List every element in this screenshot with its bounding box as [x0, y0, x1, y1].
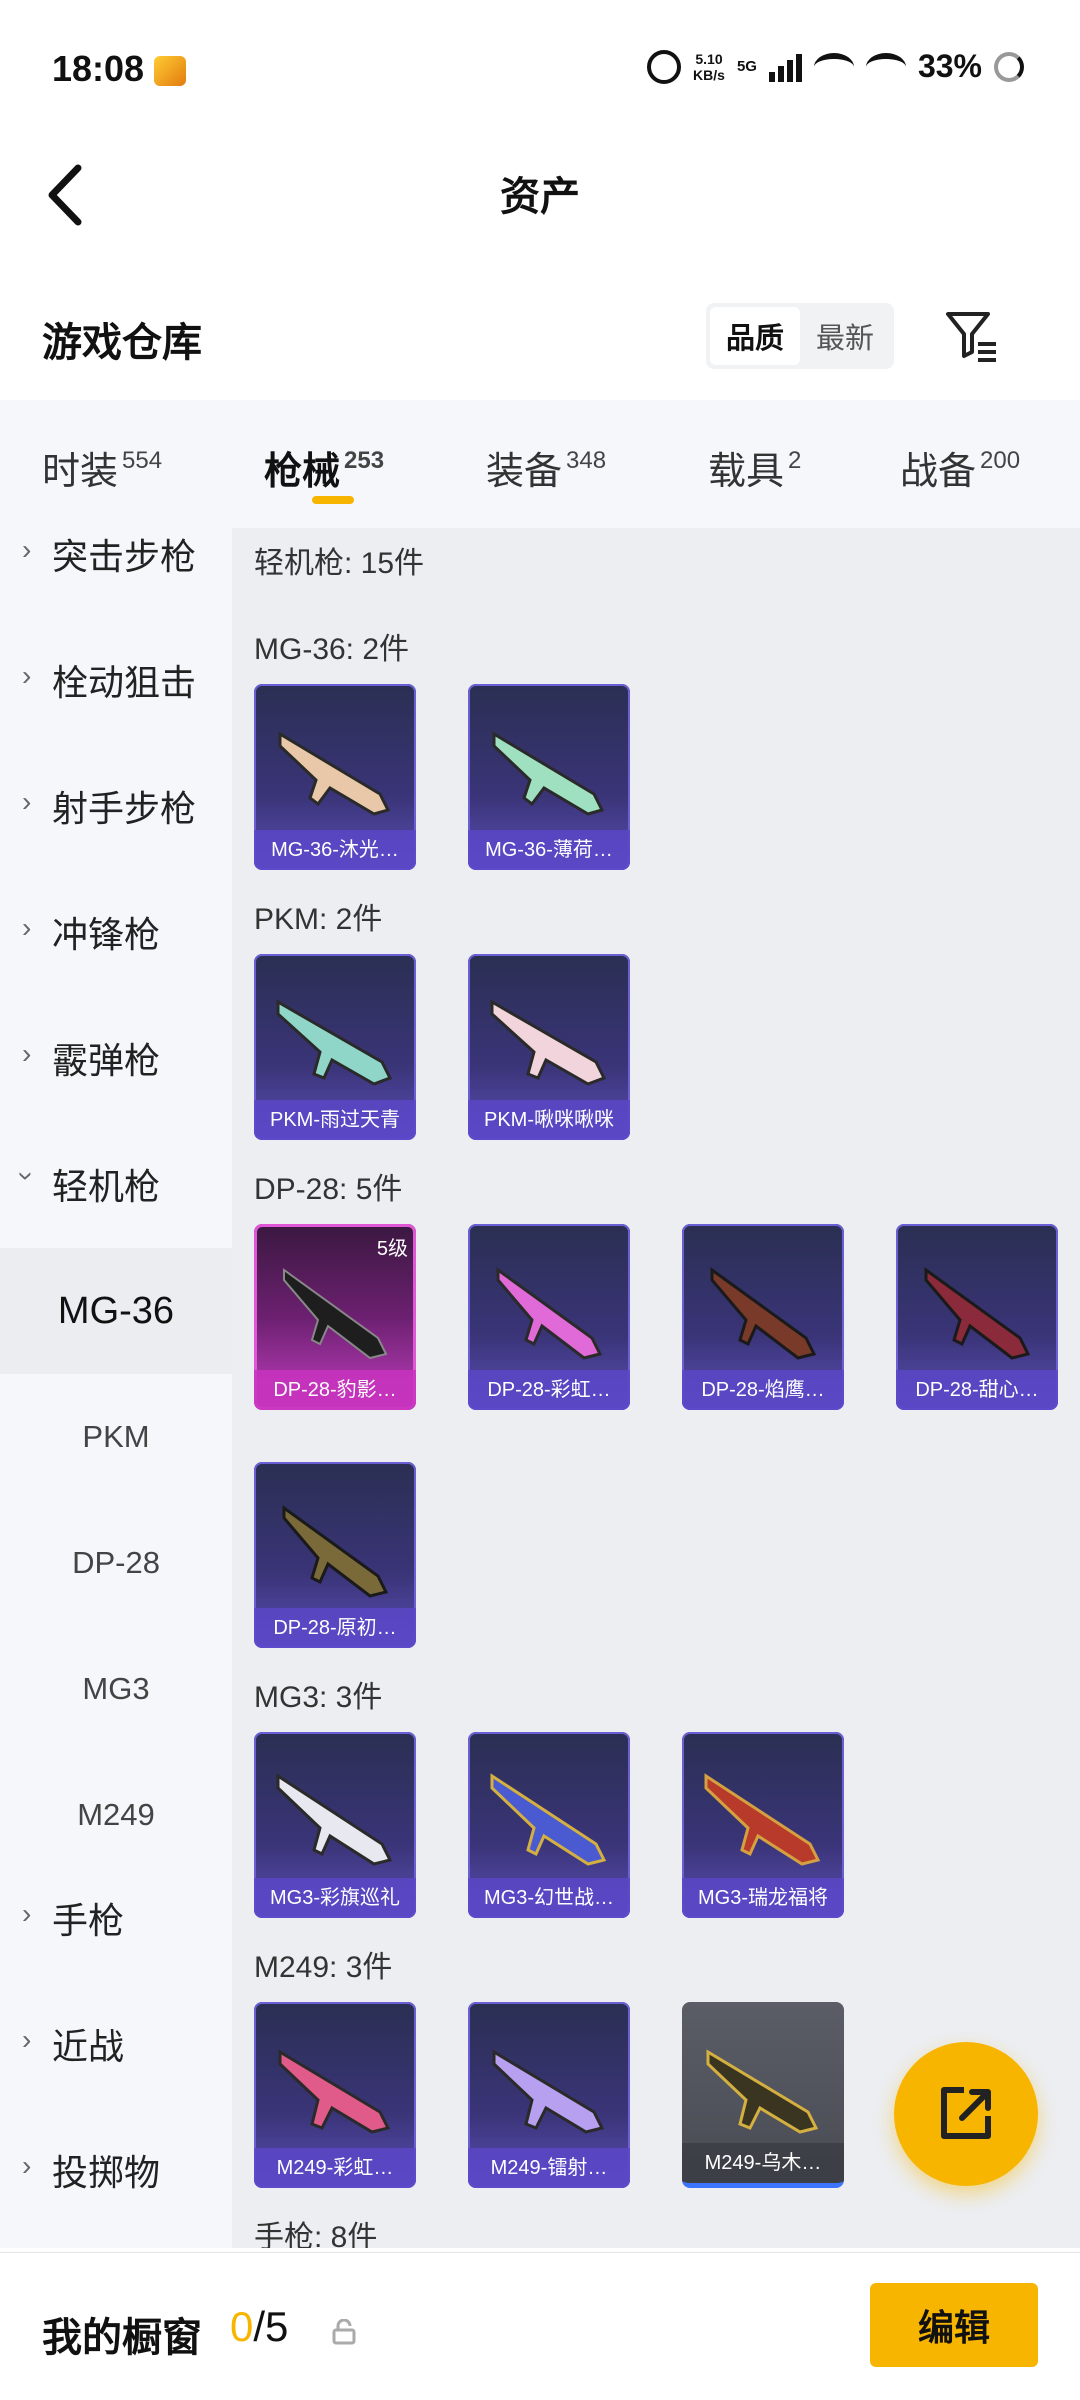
rifle-icon — [278, 2049, 391, 2134]
sidebar-item-marksman-rifle[interactable]: › 射手步枪 — [0, 766, 232, 892]
share-icon — [941, 2087, 991, 2139]
filter-icon[interactable] — [944, 308, 1000, 364]
item-card-dp28-1[interactable]: 5级 DP-28-豹影… — [254, 1224, 416, 1410]
section-heading-mg36: MG-36: 2件 — [254, 633, 410, 666]
section-heading-pkm: PKM: 2件 — [254, 903, 383, 936]
category-tabs: 时装 554 枪械 253 装备 348 载具 2 战备 200 — [0, 400, 1080, 528]
sort-toggle: 品质 最新 — [706, 303, 894, 369]
chevron-down-icon: › — [11, 1171, 43, 1181]
showcase-bar: 我的橱窗 0/5 编辑 — [0, 2252, 1080, 2400]
battery-icon — [994, 51, 1024, 82]
page-title: 资产 — [500, 175, 580, 219]
battery-percent: 33% — [917, 48, 982, 84]
rifle-icon — [704, 1773, 821, 1866]
item-card-pkm-2[interactable]: PKM-啾咪啾咪 — [468, 954, 630, 1140]
rifle-icon — [924, 1267, 1031, 1360]
edit-button[interactable]: 编辑 — [870, 2283, 1038, 2367]
item-card-dp28-4[interactable]: DP-28-甜心… — [896, 1224, 1058, 1410]
showcase-count: 0/5 — [230, 2303, 289, 2350]
rifle-icon — [490, 999, 607, 1086]
item-card-dp28-5[interactable]: DP-28-原初… — [254, 1462, 416, 1648]
section-heading-m249: M249: 3件 — [254, 1951, 393, 1984]
section-heading-pistol: 手枪: 8件 — [254, 2221, 378, 2248]
chevron-right-icon: › — [22, 786, 32, 817]
lock-icon — [332, 2319, 356, 2345]
sidebar-item-pistol[interactable]: › 手枪 — [0, 1878, 232, 2004]
chevron-right-icon: › — [22, 534, 32, 565]
rifle-icon — [283, 1268, 388, 1360]
rifle-icon — [492, 731, 605, 816]
item-card-m249-3[interactable]: M249-乌木… — [682, 2002, 844, 2188]
active-tab-indicator — [312, 496, 354, 504]
sidebar-sub-mg3[interactable]: MG3 — [0, 1626, 232, 1752]
item-card-mg36-1[interactable]: MG-36-沐光… — [254, 684, 416, 870]
showcase-label: 我的橱窗 — [42, 2316, 202, 2360]
share-button[interactable] — [894, 2042, 1038, 2186]
section-heading-mg3: MG3: 3件 — [254, 1681, 383, 1714]
chevron-right-icon: › — [22, 2150, 32, 2181]
sidebar-item-smg[interactable]: › 冲锋枪 — [0, 892, 232, 1018]
rifle-icon — [496, 1267, 603, 1360]
top-header: 资产 — [0, 140, 1080, 260]
sort-newest-option[interactable]: 最新 — [800, 307, 890, 365]
item-card-mg3-3[interactable]: MG3-瑞龙福将 — [682, 1732, 844, 1918]
rifle-icon — [710, 1267, 817, 1360]
tab-equipment[interactable]: 装备 348 — [486, 440, 606, 495]
rifle-icon — [490, 1773, 607, 1866]
app-notification-icon — [154, 56, 186, 86]
chevron-right-icon: › — [22, 1038, 32, 1069]
item-card-dp28-3[interactable]: DP-28-焰鹰… — [682, 1224, 844, 1410]
level-badge: 5级 — [376, 1238, 408, 1260]
rifle-icon — [492, 2049, 605, 2134]
sidebar-sub-pkm[interactable]: PKM — [0, 1374, 232, 1500]
alarm-icon — [647, 49, 682, 84]
warehouse-title: 游戏仓库 — [42, 321, 202, 365]
item-card-m249-1[interactable]: M249-彩虹… — [254, 2002, 416, 2188]
sidebar-sub-m249[interactable]: M249 — [0, 1752, 232, 1878]
chevron-right-icon: › — [22, 912, 32, 943]
item-card-mg3-1[interactable]: MG3-彩旗巡礼 — [254, 1732, 416, 1918]
sidebar-item-throwable[interactable]: › 投掷物 — [0, 2130, 232, 2248]
sidebar-sub-mg36[interactable]: MG-36 — [0, 1248, 232, 1374]
tab-fashion[interactable]: 时装 554 — [42, 440, 162, 495]
tab-guns[interactable]: 枪械 253 — [264, 440, 384, 495]
item-card-m249-2[interactable]: M249-镭射… — [468, 2002, 630, 2188]
chevron-right-icon: › — [22, 1898, 32, 1929]
item-list: 轻机枪: 15件 MG-36: 2件 MG-36-沐光… MG-36-薄荷… P… — [232, 528, 1080, 2248]
sidebar: › 突击步枪 › 栓动狙击 › 射手步枪 › 冲锋枪 › 霰弹枪 › 轻机枪 MG-36 P… — [0, 528, 232, 2248]
sidebar-item-bolt-sniper[interactable]: › 栓动狙击 — [0, 640, 232, 766]
lmg-total-heading: 轻机枪: 15件 — [254, 547, 425, 580]
chevron-right-icon: › — [22, 660, 32, 691]
sidebar-sub-dp28[interactable]: DP-28 — [0, 1500, 232, 1626]
wifi-icon — [813, 52, 854, 81]
status-time: 18:08 — [52, 48, 145, 89]
wifi-icon-2 — [865, 52, 906, 81]
rifle-icon — [706, 2049, 819, 2134]
sort-quality-option[interactable]: 品质 — [710, 307, 800, 365]
tab-vehicles[interactable]: 载具 2 — [708, 440, 801, 495]
status-icons: 5.10 KB/s 5G 33% — [647, 48, 1024, 85]
net-speed: 5.10 KB/s — [693, 50, 725, 83]
item-card-dp28-2[interactable]: DP-28-彩虹… — [468, 1224, 630, 1410]
rifle-icon — [276, 999, 393, 1086]
rifle-icon — [276, 1773, 393, 1866]
rifle-icon — [282, 1505, 389, 1598]
tab-supplies[interactable]: 战备 200 — [900, 440, 1020, 495]
sidebar-item-shotgun[interactable]: › 霰弹枪 — [0, 1018, 232, 1144]
item-card-mg3-2[interactable]: MG3-幻世战… — [468, 1732, 630, 1918]
signal-icon — [768, 52, 802, 82]
chevron-right-icon: › — [22, 2024, 32, 2055]
item-card-pkm-1[interactable]: PKM-雨过天青 — [254, 954, 416, 1140]
item-card-mg36-2[interactable]: MG-36-薄荷… — [468, 684, 630, 870]
network-type: 5G — [736, 58, 757, 75]
status-bar: 18:08 5.10 KB/s 5G 33% — [0, 0, 1080, 140]
section-heading-dp28: DP-28: 5件 — [254, 1173, 403, 1206]
rifle-icon — [278, 731, 391, 816]
sidebar-item-melee[interactable]: › 近战 — [0, 2004, 232, 2130]
sidebar-item-assault-rifle[interactable]: › 突击步枪 — [0, 528, 232, 640]
